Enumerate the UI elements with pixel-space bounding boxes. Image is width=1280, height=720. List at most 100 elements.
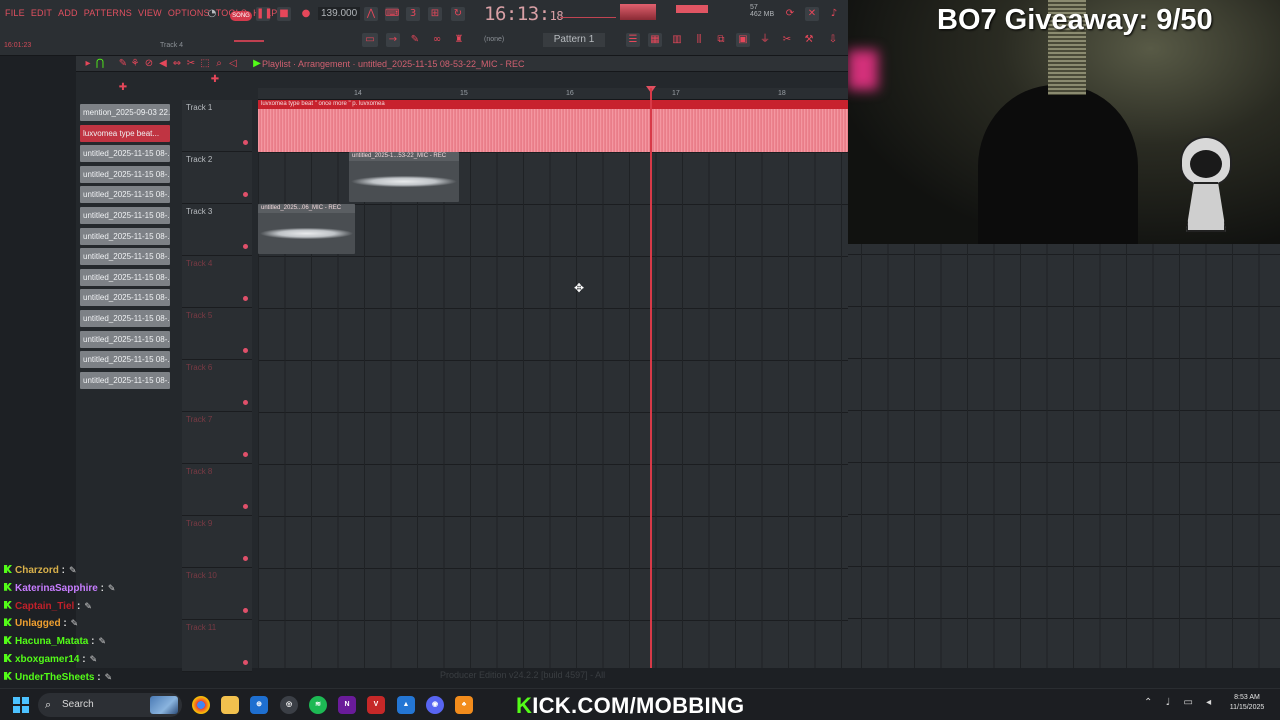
hint-knob-icon[interactable]: ◔: [205, 7, 219, 21]
mute-tool-icon[interactable]: ◀: [156, 57, 170, 71]
chat-username[interactable]: Captain_Tiel: [15, 601, 74, 612]
view-pattern-icon[interactable]: ▭: [362, 33, 378, 47]
pause-icon[interactable]: ❚❚: [256, 7, 273, 21]
audio-clip-beat[interactable]: luvxomea type beat " once more " p. luvx…: [258, 100, 848, 152]
spotify-icon[interactable]: ≋: [309, 696, 327, 714]
browser-item[interactable]: untitled_2025-11-15 08-...: [80, 227, 170, 245]
wrench-icon[interactable]: ⚒: [802, 33, 816, 47]
chat-username[interactable]: Charzord: [15, 565, 59, 576]
online-icon[interactable]: ⟳: [783, 7, 797, 21]
track-header[interactable]: Track 3: [182, 204, 252, 256]
tools-icon[interactable]: ✂: [780, 33, 794, 47]
track-enable-dot[interactable]: [243, 452, 248, 457]
browser-item[interactable]: mention_2025-09-03 22...: [80, 104, 170, 121]
track-header[interactable]: Track 6: [182, 360, 252, 412]
track-header[interactable]: Track 4: [182, 256, 252, 308]
menu-edit[interactable]: EDIT: [31, 8, 52, 18]
track-header[interactable]: Track 10: [182, 568, 252, 620]
fl-studio-icon[interactable]: ♣: [455, 696, 473, 714]
slip-tool-icon[interactable]: ⇔: [170, 57, 184, 71]
chevron-up-icon[interactable]: ⌃: [1144, 697, 1152, 708]
track-enable-dot[interactable]: [243, 556, 248, 561]
track-enable-dot[interactable]: [243, 192, 248, 197]
track-enable-dot[interactable]: [243, 608, 248, 613]
zoom-tool-icon[interactable]: ⌕: [212, 57, 226, 71]
pattern-selector[interactable]: Pattern 1: [543, 33, 605, 47]
folder-icon[interactable]: [221, 696, 239, 714]
channel-rack-icon[interactable]: ▦: [648, 33, 662, 47]
menu-patterns[interactable]: PATTERNS: [84, 8, 132, 18]
playback-tool-icon[interactable]: ◁: [226, 57, 240, 71]
playlist-plus-icon[interactable]: ✚: [208, 73, 222, 87]
browser-item[interactable]: untitled_2025-11-15 08-...: [80, 268, 170, 286]
browser-item[interactable]: untitled_2025-11-15 08-...: [80, 309, 170, 327]
stop-icon[interactable]: ■: [277, 7, 291, 21]
chat-username[interactable]: xboxgamer14: [15, 654, 79, 665]
paint-tool-icon[interactable]: ⚘: [128, 57, 142, 71]
delete-tool-icon[interactable]: ⊘: [142, 57, 156, 71]
app-arrow-icon[interactable]: ▲: [397, 696, 415, 714]
mic-tray-icon[interactable]: ♩: [1166, 697, 1171, 708]
audio-clip-mic-2[interactable]: untitled_2025...06_MIC - REC: [258, 204, 355, 254]
slice-tool-icon[interactable]: ✂: [184, 57, 198, 71]
record-icon[interactable]: ●: [299, 7, 313, 21]
track-header[interactable]: Track 7: [182, 412, 252, 464]
browser-item[interactable]: untitled_2025-11-15 08-...: [80, 145, 170, 163]
track-header[interactable]: Track 1: [182, 100, 252, 152]
browser-item[interactable]: untitled_2025-11-15 08-...: [80, 330, 170, 348]
wait-input-icon[interactable]: ⌨: [385, 7, 399, 21]
browser-item[interactable]: untitled_2025-11-15 08-...: [80, 248, 170, 266]
browser-item[interactable]: untitled_2025-11-15 08-...: [80, 351, 170, 369]
mixer-icon[interactable]: ⫼: [692, 33, 706, 47]
volume-icon[interactable]: ◂: [1206, 697, 1211, 708]
arrangement-grid-extension[interactable]: [848, 244, 1280, 668]
app-blue-icon[interactable]: ⊕: [250, 696, 268, 714]
mic-icon[interactable]: ♪: [827, 7, 841, 21]
menu-options[interactable]: OPTIONS: [168, 8, 210, 18]
timeline-ruler[interactable]: 14 15 16 17 18: [258, 88, 848, 100]
discord-icon[interactable]: ◉: [426, 696, 444, 714]
song-mode-toggle[interactable]: SONG: [230, 11, 252, 21]
track-enable-dot[interactable]: [243, 400, 248, 405]
audio-clip-mic-1[interactable]: untitled_2025-1...53-22_MIC - REC: [349, 152, 459, 202]
track-enable-dot[interactable]: [243, 140, 248, 145]
plugin-database-icon[interactable]: ▣: [736, 33, 750, 47]
track-enable-dot[interactable]: [243, 504, 248, 509]
track-enable-dot[interactable]: [243, 244, 248, 249]
master-volume-slider[interactable]: [234, 40, 264, 42]
track-header[interactable]: Track 11: [182, 620, 252, 672]
chrome-icon[interactable]: [192, 696, 210, 714]
magnet-icon[interactable]: ⋂: [93, 57, 107, 71]
export-icon[interactable]: ⇩: [826, 33, 840, 47]
tempo-display[interactable]: 139.000: [318, 7, 361, 20]
loop-record-icon[interactable]: ↻: [451, 7, 465, 21]
track-header[interactable]: Track 2: [182, 152, 252, 204]
menu-file[interactable]: FILE: [5, 8, 25, 18]
track-enable-dot[interactable]: [243, 348, 248, 353]
piano-roll-icon[interactable]: ▥: [670, 33, 684, 47]
menu-add[interactable]: ADD: [58, 8, 78, 18]
taskbar-search[interactable]: ⌕ Search: [38, 693, 182, 717]
voice-app-icon[interactable]: V: [367, 696, 385, 714]
track-header[interactable]: Track 5: [182, 308, 252, 360]
track-enable-dot[interactable]: [243, 296, 248, 301]
chat-username[interactable]: Unlagged: [15, 618, 61, 629]
chat-username[interactable]: Hacuna_Matata: [15, 636, 88, 647]
arrangement-grid[interactable]: [258, 100, 848, 668]
countdown-icon[interactable]: 3: [406, 7, 420, 21]
close-x-icon[interactable]: ✕: [805, 7, 819, 21]
select-tool-icon[interactable]: ⬚: [198, 57, 212, 71]
playhead[interactable]: [650, 88, 652, 668]
browser-item[interactable]: untitled_2025-11-15 08-...: [80, 186, 170, 204]
arrow-right-icon[interactable]: →: [386, 33, 400, 47]
browser-item[interactable]: untitled_2025-11-15 08-...: [80, 206, 170, 224]
chat-username[interactable]: UnderTheSheets: [15, 672, 94, 683]
blend-icon[interactable]: ⊞: [428, 7, 442, 21]
playlist-icon[interactable]: ☰: [626, 33, 640, 47]
track-header[interactable]: Track 9: [182, 516, 252, 568]
browser-icon[interactable]: ⧉: [714, 33, 728, 47]
track-enable-dot[interactable]: [243, 660, 248, 665]
browser-plus-icon[interactable]: ✚: [116, 81, 130, 95]
chat-username[interactable]: KaterinaSapphire: [15, 583, 98, 594]
system-clock[interactable]: 8:53 AM 11/15/2025: [1222, 693, 1272, 713]
